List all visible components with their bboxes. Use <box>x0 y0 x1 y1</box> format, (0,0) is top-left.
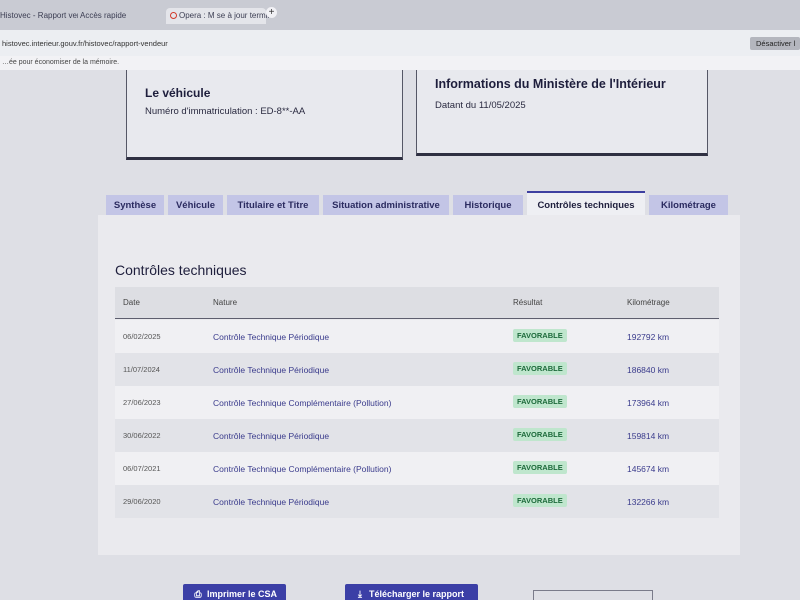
controles-techniques-panel: Contrôles techniques Date Nature Résulta… <box>98 215 740 555</box>
table-header: Date Nature Résultat Kilométrage <box>115 287 719 319</box>
printer-icon: ⎙ <box>194 589 202 599</box>
section-title: Contrôles techniques <box>115 262 247 278</box>
row-kilometrage: 132266 km <box>627 497 670 507</box>
row-nature: Contrôle Technique Complémentaire (Pollu… <box>213 398 392 408</box>
tab-vehicule[interactable]: Véhicule <box>168 195 223 217</box>
registration-number: Numéro d'immatriculation : ED-8**-AA <box>145 106 306 117</box>
row-date: 27/06/2023 <box>123 398 161 407</box>
result-badge: FAVORABLE <box>513 428 567 441</box>
row-date: 06/02/2025 <box>123 332 161 341</box>
table-row: 29/06/2020 Contrôle Technique Périodique… <box>115 485 719 518</box>
row-date: 30/06/2022 <box>123 431 161 440</box>
address-bar: histovec.interieur.gouv.fr/histovec/rapp… <box>0 30 800 56</box>
report-tabs: Synthèse Véhicule Titulaire et Titre Sit… <box>0 189 800 217</box>
browser-tab-bar: Histovec - Rapport vende Accès rapide Op… <box>0 0 800 30</box>
download-report-label: Télécharger le rapport <box>369 589 465 599</box>
tab-historique[interactable]: Historique <box>453 195 523 217</box>
page-content: Le véhicule Numéro d'immatriculation : E… <box>0 70 800 600</box>
column-header-nature: Nature <box>213 298 238 307</box>
row-nature: Contrôle Technique Complémentaire (Pollu… <box>213 464 392 474</box>
row-nature: Contrôle Technique Périodique <box>213 497 330 507</box>
row-kilometrage: 173964 km <box>627 398 670 408</box>
row-nature: Contrôle Technique Périodique <box>213 332 330 342</box>
opera-icon <box>170 12 177 20</box>
row-kilometrage: 159814 km <box>627 431 670 441</box>
vehicle-card-title: Le véhicule <box>145 86 211 100</box>
download-icon: ⤓ <box>358 589 362 599</box>
result-badge: FAVORABLE <box>513 461 567 474</box>
result-badge: FAVORABLE <box>513 395 567 408</box>
browser-tab-label: Opera : M se à jour termin <box>179 11 272 20</box>
result-badge: FAVORABLE <box>513 494 567 507</box>
ministry-card-title: Informations du Ministère de l'Intérieur <box>435 77 666 91</box>
tab-synthese[interactable]: Synthèse <box>106 195 164 217</box>
memory-saver-infobar: …ée pour économiser de la mémoire. <box>0 56 800 70</box>
table-row: 11/07/2024 Contrôle Technique Périodique… <box>115 353 719 386</box>
vehicle-card: Le véhicule Numéro d'immatriculation : E… <box>126 70 403 160</box>
print-csa-label: Imprimer le CSA <box>207 589 278 599</box>
row-date: 29/06/2020 <box>123 497 161 506</box>
row-nature: Contrôle Technique Périodique <box>213 431 330 441</box>
browser-tab-opera[interactable]: Opera : M se à jour termin <box>166 8 272 24</box>
tab-controles-techniques[interactable]: Contrôles techniques <box>527 191 645 217</box>
row-date: 06/07/2021 <box>123 464 161 473</box>
ministry-card: Informations du Ministère de l'Intérieur… <box>416 70 708 156</box>
print-csa-button[interactable]: ⎙ Imprimer le CSA <box>183 584 286 600</box>
download-report-button[interactable]: ⤓ Télécharger le rapport <box>345 584 478 600</box>
table-row: 27/06/2023 Contrôle Technique Complément… <box>115 386 719 419</box>
tab-kilometrage[interactable]: Kilométrage <box>649 195 728 217</box>
secondary-button[interactable] <box>533 590 653 600</box>
table-row: 06/02/2025 Contrôle Technique Périodique… <box>115 320 719 353</box>
column-header-kilometrage: Kilométrage <box>627 298 670 307</box>
table-row: 30/06/2022 Contrôle Technique Périodique… <box>115 419 719 452</box>
browser-tab-histovec[interactable]: Histovec - Rapport vende <box>0 8 78 24</box>
row-kilometrage: 145674 km <box>627 464 670 474</box>
ministry-date: Datant du 11/05/2025 <box>435 100 526 111</box>
new-tab-icon[interactable]: + <box>266 7 277 18</box>
tab-titulaire-titre[interactable]: Titulaire et Titre <box>227 195 319 217</box>
row-nature: Contrôle Technique Périodique <box>213 365 330 375</box>
result-badge: FAVORABLE <box>513 329 567 342</box>
browser-tab-quick-access[interactable]: Accès rapide <box>80 8 126 24</box>
table-row: 06/07/2021 Contrôle Technique Complément… <box>115 452 719 485</box>
column-header-date: Date <box>123 298 140 307</box>
disable-button[interactable]: Désactiver l <box>750 37 800 50</box>
url-field[interactable]: histovec.interieur.gouv.fr/histovec/rapp… <box>2 39 168 48</box>
row-kilometrage: 192792 km <box>627 332 670 342</box>
tab-situation-administrative[interactable]: Situation administrative <box>323 195 449 217</box>
row-date: 11/07/2024 <box>123 365 160 374</box>
row-kilometrage: 186840 km <box>627 365 670 375</box>
result-badge: FAVORABLE <box>513 362 567 375</box>
column-header-resultat: Résultat <box>513 298 543 307</box>
